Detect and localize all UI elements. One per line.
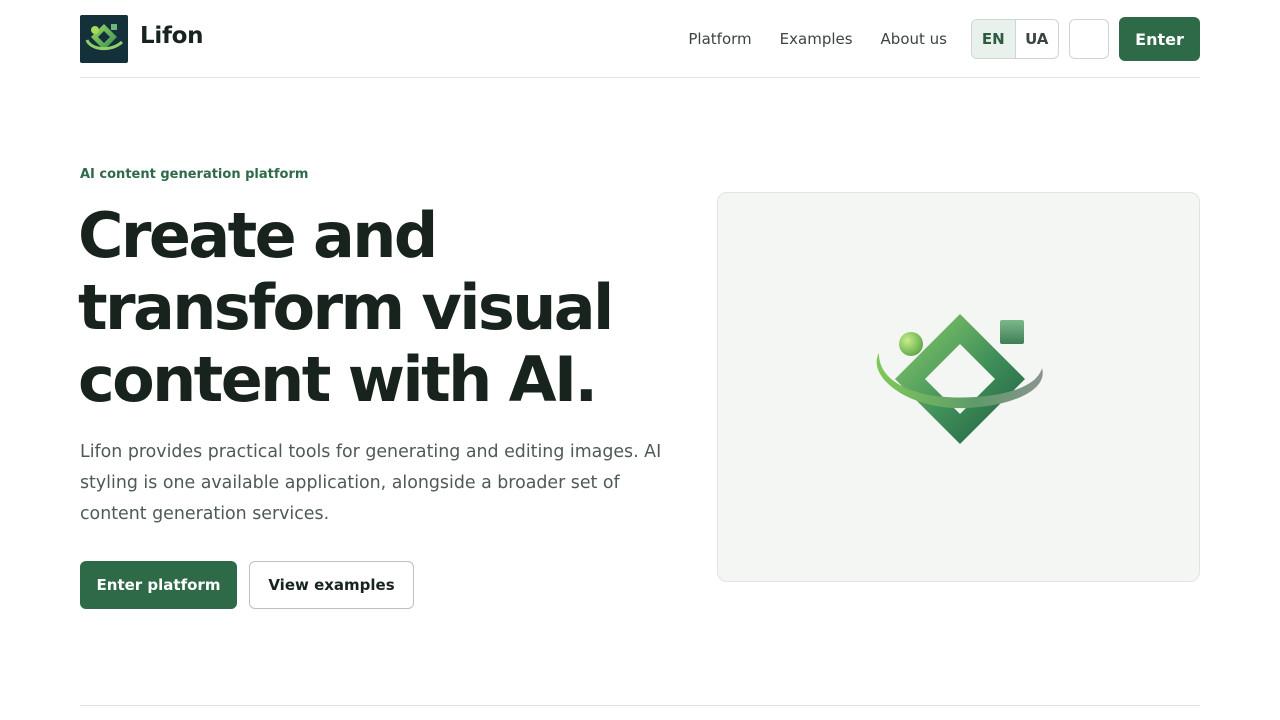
hero-headline: Create and transform visual content with… <box>78 200 678 416</box>
site-header: Lifon Platform Examples About us EN UA E… <box>80 0 1200 78</box>
headline-line-3: content with AI. <box>78 343 598 416</box>
hero-eyebrow: AI content generation platform <box>80 167 309 182</box>
headline-line-2: transform visual <box>78 271 614 344</box>
hero-logo-illustration <box>876 314 1043 444</box>
hero-description: Lifon provides practical tools for gener… <box>80 442 662 524</box>
main-nav: Platform Examples About us <box>688 30 947 48</box>
language-ua-button[interactable]: UA <box>1016 20 1059 58</box>
nav-item-examples[interactable]: Examples <box>780 30 853 48</box>
view-examples-button[interactable]: View examples <box>249 561 414 609</box>
theme-toggle-button[interactable] <box>1069 19 1109 59</box>
nav-item-platform[interactable]: Platform <box>688 30 751 48</box>
hero-visual-card <box>717 192 1200 582</box>
section-divider <box>80 705 1200 706</box>
language-en-button[interactable]: EN <box>972 20 1016 58</box>
brand-name[interactable]: Lifon <box>140 23 204 49</box>
language-switcher: EN UA <box>971 19 1059 59</box>
headline-line-1: Create and <box>78 199 438 272</box>
lifon-logo-icon[interactable] <box>80 15 128 63</box>
enter-platform-button[interactable]: Enter platform <box>80 561 237 609</box>
nav-item-about-us[interactable]: About us <box>881 30 947 48</box>
enter-button[interactable]: Enter <box>1119 17 1200 61</box>
